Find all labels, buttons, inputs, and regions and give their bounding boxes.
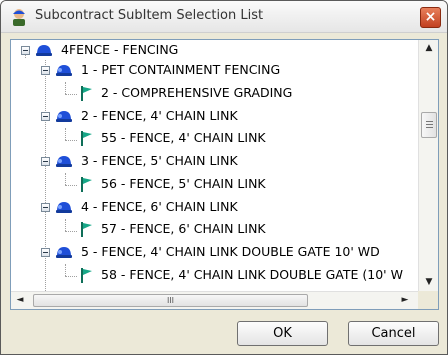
tree-group-label: 5 - FENCE, 4' CHAIN LINK DOUBLE GATE 10'…	[81, 244, 380, 259]
scroll-up-arrow-icon[interactable]: ▲	[421, 40, 437, 56]
hardhat-group-icon	[56, 247, 72, 258]
tree-group-row[interactable]: 4 - FENCE, 6' CHAIN LINK	[11, 197, 411, 217]
collapse-toggle[interactable]	[41, 157, 50, 166]
tree-root-label: 4FENCE - FENCING	[61, 42, 179, 57]
horizontal-scrollbar[interactable]: ◄ III ►	[11, 291, 418, 309]
tree-group-label: 2 - FENCE, 4' CHAIN LINK	[81, 108, 238, 123]
flag-icon	[81, 177, 92, 192]
collapse-toggle[interactable]	[41, 66, 50, 75]
hardhat-group-icon	[56, 156, 72, 167]
tree-group-row[interactable]: 5 - FENCE, 4' CHAIN LINK DOUBLE GATE 10'…	[11, 242, 411, 262]
collapse-toggle[interactable]	[41, 248, 50, 257]
worker-app-icon	[13, 9, 25, 26]
flag-icon	[81, 131, 92, 146]
tree-item-label: 58 - FENCE, 4' CHAIN LINK DOUBLE GATE (1…	[101, 267, 403, 282]
collapse-toggle[interactable]	[41, 203, 50, 212]
tree-group-label: 1 - PET CONTAINMENT FENCING	[81, 62, 281, 77]
cancel-button[interactable]: Cancel	[348, 321, 439, 346]
hardhat-group-icon	[56, 65, 72, 76]
close-icon: ×	[424, 9, 437, 25]
tree-item-label: 2 - COMPREHENSIVE GRADING	[101, 85, 293, 100]
tree-item-label: 57 - FENCE, 6' CHAIN LINK	[101, 221, 266, 236]
tree-item-row[interactable]: 56 - FENCE, 5' CHAIN LINK	[11, 174, 417, 194]
horizontal-scroll-thumb[interactable]: III	[33, 294, 308, 307]
flag-icon	[81, 86, 92, 101]
tree-group-row[interactable]: 2 - FENCE, 4' CHAIN LINK	[11, 106, 411, 126]
tree-group-row[interactable]: 3 - FENCE, 5' CHAIN LINK	[11, 151, 411, 171]
subitem-tree[interactable]: 4FENCE - FENCING 1 - PET CONTAINMENT FEN…	[10, 39, 439, 310]
tree-item-label: 55 - FENCE, 4' CHAIN LINK	[101, 130, 266, 145]
tree-group-row[interactable]: 1 - PET CONTAINMENT FENCING	[11, 60, 411, 80]
tree-group-label: 4 - FENCE, 6' CHAIN LINK	[81, 199, 238, 214]
flag-icon	[81, 222, 92, 237]
collapse-toggle[interactable]	[21, 46, 30, 55]
tree-item-row[interactable]: 2 - COMPREHENSIVE GRADING	[11, 83, 417, 103]
hardhat-icon	[36, 45, 52, 56]
close-button[interactable]: ×	[420, 7, 441, 28]
title-bar[interactable]: Subcontract SubItem Selection List ×	[1, 1, 447, 33]
tree-content: 4FENCE - FENCING 1 - PET CONTAINMENT FEN…	[11, 40, 418, 291]
hardhat-group-icon	[56, 111, 72, 122]
window-title: Subcontract SubItem Selection List	[35, 8, 264, 23]
tree-root-row[interactable]: 4FENCE - FENCING	[11, 40, 411, 60]
scrollbar-corner	[418, 291, 438, 309]
scroll-down-arrow-icon[interactable]: ▼	[421, 274, 437, 290]
selection-dialog: Subcontract SubItem Selection List × 4FE…	[0, 0, 448, 355]
tree-item-row[interactable]: 58 - FENCE, 4' CHAIN LINK DOUBLE GATE (1…	[11, 265, 417, 285]
ok-button[interactable]: OK	[237, 321, 328, 346]
collapse-toggle[interactable]	[41, 112, 50, 121]
vertical-scroll-thumb[interactable]	[421, 112, 437, 138]
tree-item-label: 56 - FENCE, 5' CHAIN LINK	[101, 176, 266, 191]
flag-icon	[81, 268, 92, 283]
scroll-left-arrow-icon[interactable]: ◄	[13, 292, 27, 308]
scroll-right-arrow-icon[interactable]: ►	[398, 292, 412, 308]
vertical-scrollbar[interactable]: ▲ ▼	[418, 40, 438, 291]
tree-group-label: 3 - FENCE, 5' CHAIN LINK	[81, 153, 238, 168]
hardhat-group-icon	[56, 202, 72, 213]
tree-item-row[interactable]: 55 - FENCE, 4' CHAIN LINK	[11, 128, 417, 148]
tree-item-row[interactable]: 57 - FENCE, 6' CHAIN LINK	[11, 219, 417, 239]
